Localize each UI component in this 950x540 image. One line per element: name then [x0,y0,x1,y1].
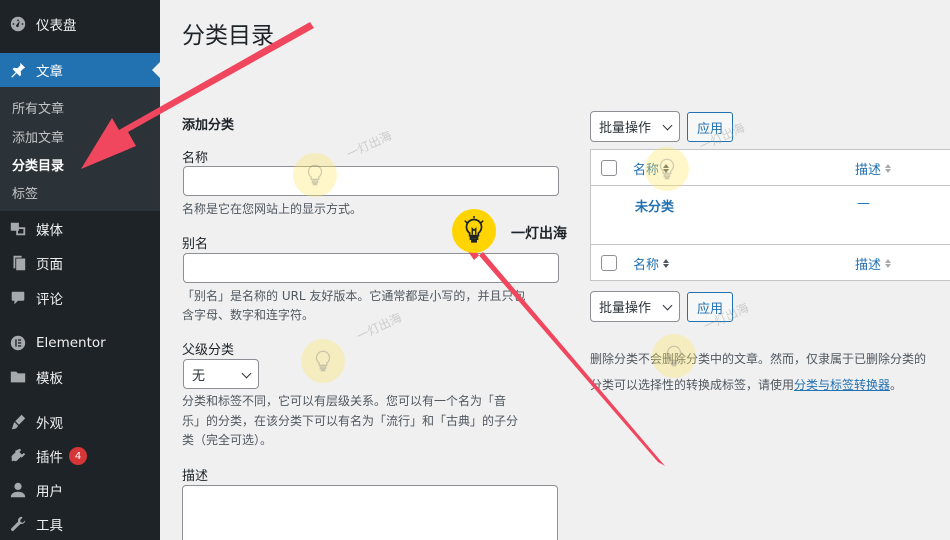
parent-help-line-2: 乐」的分类，在该分类下可以有名为「流行」和「古典」的子分 [182,414,519,428]
slug-input[interactable] [183,253,559,283]
bulk-actions-select-bottom[interactable]: 批量操作 [590,291,680,322]
bulb-icon [464,216,484,243]
admin-sidebar: 仪表盘 文章 所有文章 添加文章 分类目录 标签 媒体 页面 评论 Elemen… [0,0,160,540]
bulk-actions-select-top[interactable]: 批量操作 [590,111,680,142]
name-label: 名称 [182,151,209,166]
notice-line-2-end: 。 [890,378,903,392]
notice-line-2-text: 分类可以选择性的转换成标签，请使用 [590,378,795,392]
watermark-bulb-icon [293,153,337,197]
add-category-heading: 添加分类 [182,118,235,133]
slug-help-line-2: 含字母、数字和连字符。 [182,308,315,322]
site-logo-text: 一灯出海 [511,226,567,242]
current-menu-pointer [152,62,160,78]
submenu-all-posts[interactable]: 所有文章 [12,98,64,117]
parent-category-select[interactable]: 无 [183,359,259,389]
submenu-add-post[interactable]: 添加文章 [12,127,64,146]
chevron-down-icon [241,368,252,379]
header-divider [591,185,950,186]
watermark-bulb-icon [645,147,689,191]
menu-media-label: 媒体 [36,223,63,239]
menu-pages[interactable]: 页面 [0,246,160,280]
menu-tools-label: 工具 [36,518,63,534]
column-header-description[interactable]: 描述 [855,158,892,178]
submenu-categories[interactable]: 分类目录 [12,155,64,174]
menu-templates[interactable]: 模板 [0,360,160,394]
watermark-bulb-icon [652,334,696,378]
plugin-icon [0,447,36,465]
chevron-down-icon [662,120,673,131]
menu-comments[interactable]: 评论 [0,281,160,315]
menu-tools[interactable]: 工具 [0,507,160,540]
menu-elementor-label: Elementor [36,335,106,351]
wrench-icon [0,515,36,533]
select-all-checkbox[interactable] [601,160,617,176]
column-footer-name[interactable]: 名称 [633,253,670,273]
category-tag-converter-link[interactable]: 分类与标签转换器 [794,378,890,392]
brush-icon [0,413,36,431]
chevron-down-icon [662,300,673,311]
parent-help-line-3: 类（完全可选）。 [182,433,273,447]
menu-appearance-label: 外观 [36,416,63,432]
parent-help-line-1: 分类和标签不同，它可以有层级关系。您可以有一个名为「音 [182,394,507,408]
sort-arrows-icon [885,163,892,173]
folder-icon [0,368,36,386]
notice-line-1: 删除分类不会删除分类中的文章。然而，仅隶属于已删除分类的 [590,352,927,366]
elementor-icon [0,334,36,352]
menu-dashboard[interactable]: 仪表盘 [0,7,160,41]
menu-users-label: 用户 [36,484,63,500]
plugins-update-badge: 4 [69,447,87,465]
bulk-actions-value: 批量操作 [599,301,652,316]
menu-plugins[interactable]: 插件 4 [0,439,160,473]
pin-icon [0,61,36,79]
categories-table: 名称 描述 未分类 — 名称 描述 [590,149,950,281]
menu-pages-label: 页面 [36,257,63,273]
media-icon [0,220,36,238]
menu-users[interactable]: 用户 [0,473,160,507]
name-help-text: 名称是它在您网站上的显示方式。 [182,202,363,216]
sort-arrows-icon [663,258,670,268]
page-title: 分类目录 [182,23,274,49]
submenu-tags[interactable]: 标签 [12,183,38,202]
menu-appearance[interactable]: 外观 [0,405,160,439]
posts-submenu: 所有文章 添加文章 分类目录 标签 [0,87,160,211]
description-label: 描述 [182,469,209,484]
slug-help-line-1: 「别名」是名称的 URL 友好版本。它通常都是小写的，并且只包 [182,289,526,303]
footer-divider [591,244,950,245]
column-description-label: 描述 [855,257,882,273]
category-description: — [857,196,870,211]
delete-category-notice: 删除分类不会删除分类中的文章。然而，仅隶属于已删除分类的 分类可以选择性的转换成… [590,346,950,398]
menu-plugins-label: 插件 [36,450,63,466]
parent-category-value: 无 [192,368,206,384]
menu-posts-label: 文章 [36,64,63,80]
notice-line-2: 分类可以选择性的转换成标签，请使用分类与标签转换器。 [590,372,950,398]
column-footer-description[interactable]: 描述 [855,253,892,273]
menu-comments-label: 评论 [36,292,63,308]
menu-elementor[interactable]: Elementor [0,326,160,360]
comment-icon [0,289,36,307]
column-name-label: 名称 [633,257,660,273]
menu-media[interactable]: 媒体 [0,212,160,246]
name-input[interactable] [183,166,559,196]
menu-templates-label: 模板 [36,371,63,387]
watermark-text: 一灯出海 [344,128,394,162]
menu-dashboard-label: 仪表盘 [36,18,77,34]
watermark-bulb-icon [301,339,345,383]
bulk-actions-value: 批量操作 [599,121,652,136]
sort-arrows-icon [885,258,892,268]
menu-posts[interactable]: 文章 [0,53,160,87]
parent-label: 父级分类 [182,343,235,358]
slug-label: 别名 [182,237,209,252]
watermark-text: 一灯出海 [354,310,404,344]
page-icon [0,254,36,272]
column-description-label: 描述 [855,162,882,178]
select-all-checkbox-bottom[interactable] [601,255,617,271]
user-icon [0,481,36,499]
description-textarea[interactable] [182,485,558,540]
dashboard-icon [0,15,36,33]
site-logo-badge [452,209,496,253]
category-name-link[interactable]: 未分类 [635,196,674,215]
